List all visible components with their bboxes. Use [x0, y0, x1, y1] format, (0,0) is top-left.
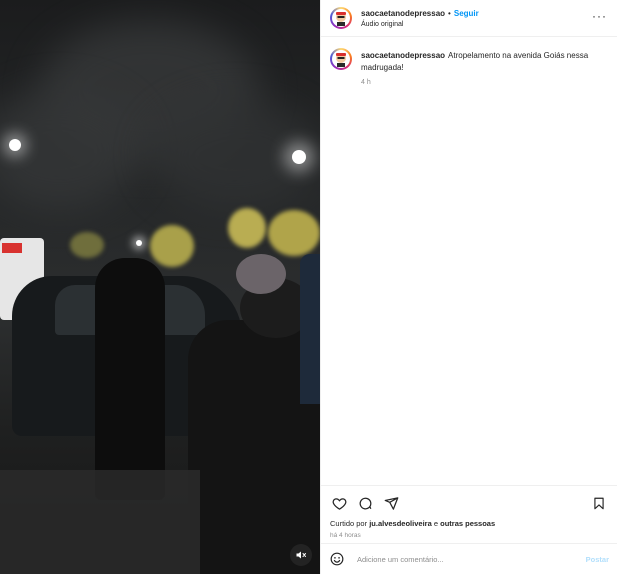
post-comment-button[interactable]: Postar — [586, 555, 609, 564]
liked-by-user[interactable]: ju.alvesdeoliveira — [369, 519, 432, 528]
ambulance-light — [2, 243, 22, 253]
street-light — [9, 139, 21, 151]
post-sidebar: saocaetanodepressao • Seguir Áudio origina… — [320, 0, 617, 574]
comment-button[interactable] — [356, 494, 374, 512]
like-button[interactable] — [330, 494, 348, 512]
follow-button[interactable]: Seguir — [454, 9, 479, 18]
more-options-button[interactable]: ··· — [592, 9, 607, 23]
street-light — [292, 150, 306, 164]
emoji-button[interactable] — [330, 551, 346, 567]
liked-by-prefix: Curtido por — [330, 519, 368, 528]
avatar[interactable] — [330, 48, 352, 70]
person-background — [300, 254, 320, 404]
instagram-post: saocaetanodepressao • Seguir Áudio origina… — [0, 0, 617, 574]
separator-dot: • — [448, 9, 451, 18]
comments-section: saocaetanodepressao Atropelamento na aven… — [321, 37, 617, 485]
emoji-icon — [330, 552, 344, 566]
street-light — [136, 240, 142, 246]
comment-form: Postar — [321, 543, 617, 574]
caption-username[interactable]: saocaetanodepressao — [361, 51, 445, 60]
heart-icon — [332, 497, 346, 510]
liked-by-conjunction: e — [433, 519, 439, 528]
street-ground — [0, 470, 200, 574]
more-options-icon: ··· — [592, 9, 607, 23]
avatar-cartoon-icon — [336, 53, 346, 67]
share-button[interactable] — [382, 494, 400, 512]
person-background — [236, 254, 286, 294]
author-username[interactable]: saocaetanodepressao — [361, 9, 445, 18]
caption-timestamp[interactable]: 4 h — [361, 77, 608, 89]
share-icon — [384, 496, 398, 510]
post-video[interactable] — [0, 0, 320, 574]
caption: saocaetanodepressao Atropelamento na aven… — [330, 48, 608, 89]
post-header: saocaetanodepressao • Seguir Áudio origina… — [321, 0, 617, 37]
palm-tree — [228, 208, 266, 248]
comment-input[interactable] — [355, 553, 586, 565]
post-timestamp[interactable]: há 4 horas — [330, 532, 608, 539]
mute-toggle-button[interactable] — [290, 544, 312, 566]
liked-by-others[interactable]: outras pessoas — [440, 519, 495, 528]
palm-tree — [70, 232, 104, 258]
avatar[interactable] — [330, 7, 352, 29]
post-actions-section: Curtido por ju.alvesdeoliveira e outras … — [321, 485, 617, 543]
muted-speaker-icon — [296, 551, 306, 559]
save-button[interactable] — [590, 494, 608, 512]
bookmark-icon — [594, 497, 604, 509]
liked-by-text: Curtido por ju.alvesdeoliveira e outras … — [330, 519, 608, 528]
comment-icon — [359, 497, 371, 509]
avatar-cartoon-icon — [336, 12, 346, 26]
palm-tree — [150, 225, 194, 267]
palm-tree — [268, 210, 320, 256]
action-bar — [330, 494, 608, 512]
person-hooded — [95, 258, 165, 500]
audio-link[interactable]: Áudio original — [361, 19, 479, 30]
